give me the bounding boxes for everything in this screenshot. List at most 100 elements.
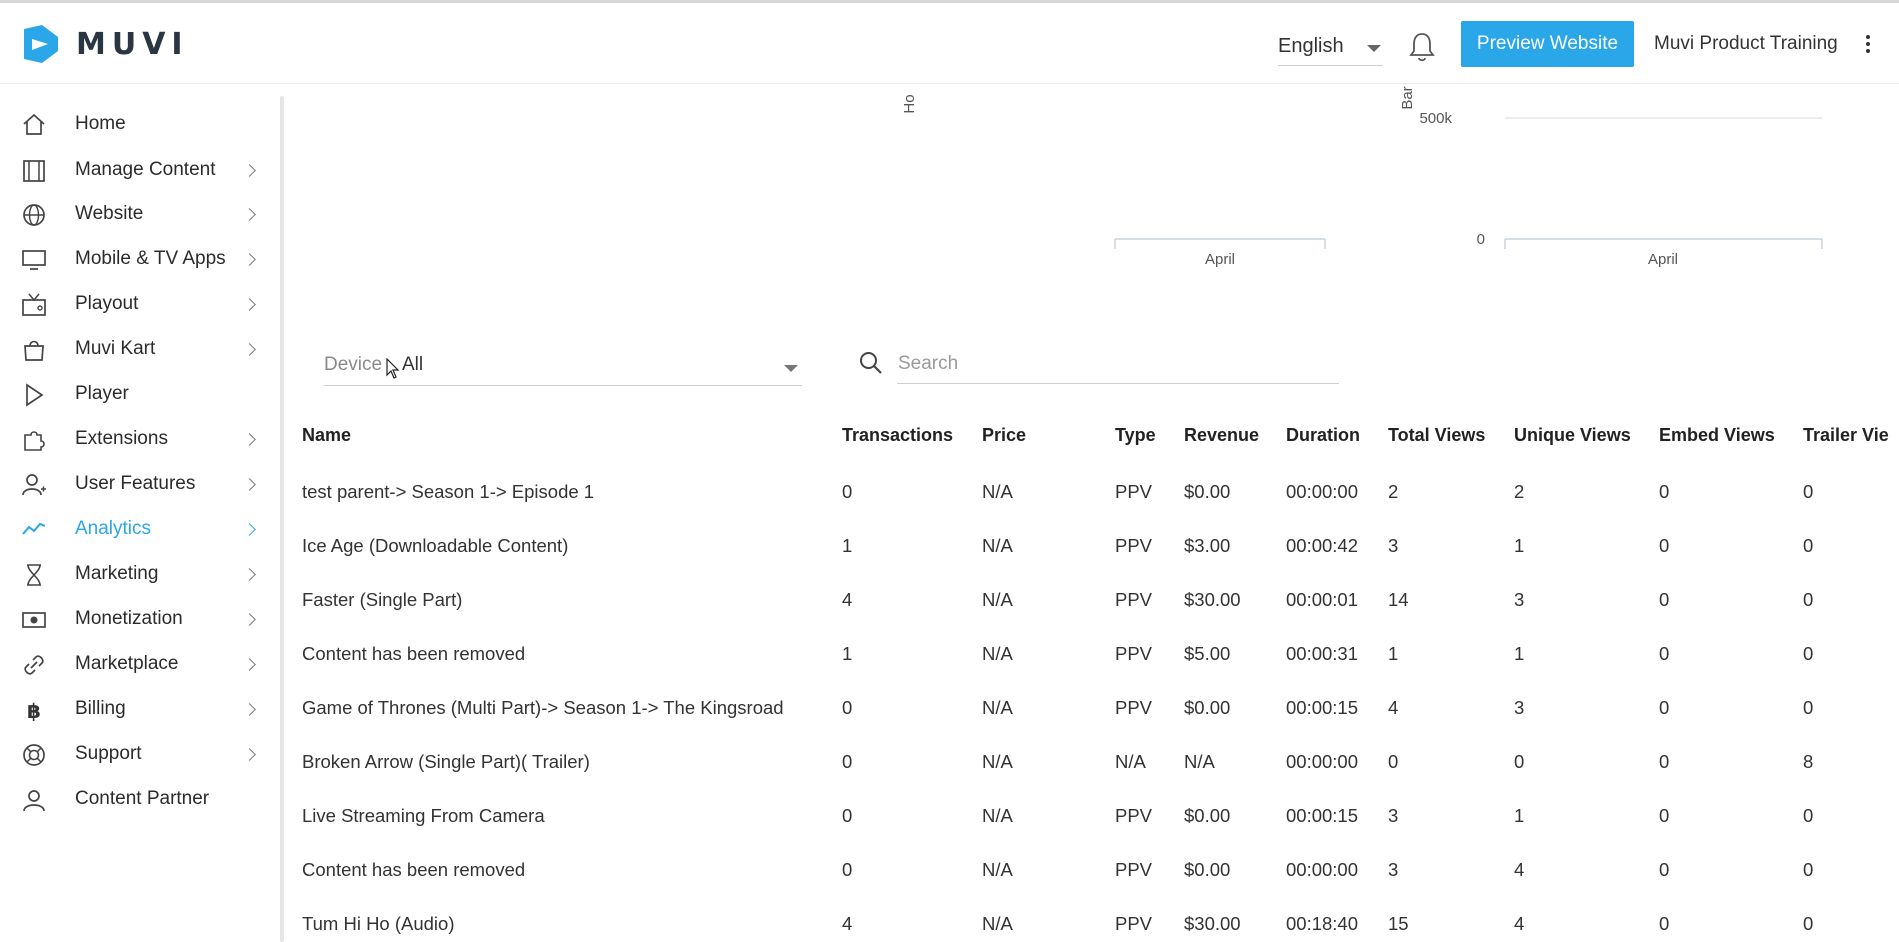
table-row[interactable]: Ice Age (Downloadable Content) 1 N/A PPV $3.… xyxy=(290,519,1899,573)
sidebar-item-label: Website xyxy=(75,203,144,224)
sidebar-item-label: Billing xyxy=(75,698,126,719)
bell-icon[interactable] xyxy=(1408,31,1436,65)
table-cell: 00:18:40 xyxy=(1286,913,1359,934)
table-cell: 00:00:00 xyxy=(1286,859,1359,880)
trend-line-icon xyxy=(21,517,47,543)
table-cell: $5.00 xyxy=(1184,643,1231,664)
right-chart-ylabel: Bar xyxy=(1399,86,1416,109)
search-input[interactable] xyxy=(897,344,1339,384)
table-row[interactable]: Tum Hi Ho (Audio) 4 N/A PPV $30.00 00:18:40 15… xyxy=(290,897,1899,942)
chevron-right-icon xyxy=(243,703,256,716)
table-cell: 1 xyxy=(1514,805,1525,826)
sidebar-item-label: Analytics xyxy=(75,518,152,539)
svg-text:฿: ฿ xyxy=(27,699,41,723)
table-cell: PPV xyxy=(1115,913,1153,934)
table-cell: PPV xyxy=(1115,589,1153,610)
puzzle-icon xyxy=(21,427,47,453)
chevron-right-icon xyxy=(243,433,256,446)
column-header[interactable]: Type xyxy=(1103,405,1172,465)
sidebar: Home Manage Content Website Mobile & TV App… xyxy=(0,84,282,942)
table-cell: 2 xyxy=(1388,481,1399,502)
table-row[interactable]: test parent-> Season 1-> Episode 1 0 N/A PP… xyxy=(290,465,1899,519)
hourglass-icon xyxy=(21,562,47,588)
table-cell: N/A xyxy=(982,751,1013,772)
table-cell: PPV xyxy=(1115,535,1153,556)
left-chart-ylabel: Ho xyxy=(901,94,918,113)
table-cell: PPV xyxy=(1115,697,1153,718)
table-cell: 0 xyxy=(842,481,853,502)
table-cell: 4 xyxy=(1514,859,1525,880)
table-cell: 0 xyxy=(842,805,853,826)
table-cell: 00:00:00 xyxy=(1286,751,1359,772)
sidebar-item-label: Marketing xyxy=(75,563,159,584)
logo-text: MUVI xyxy=(76,26,189,62)
column-header[interactable]: Price xyxy=(970,405,1103,465)
column-header[interactable]: Duration xyxy=(1274,405,1376,465)
device-filter-value: All xyxy=(402,354,424,375)
column-header[interactable]: Trailer Vie xyxy=(1791,405,1899,465)
table-cell: Content has been removed xyxy=(302,859,526,880)
chevron-right-icon xyxy=(243,164,256,177)
column-header[interactable]: Name xyxy=(290,405,830,465)
table-cell: 0 xyxy=(1388,751,1399,772)
monitor-icon xyxy=(21,247,47,273)
table-cell: 0 xyxy=(842,697,853,718)
language-select[interactable]: English xyxy=(1278,31,1383,66)
column-header[interactable]: Unique Views xyxy=(1502,405,1647,465)
table-body: test parent-> Season 1-> Episode 1 0 N/A PP… xyxy=(290,465,1899,942)
table-row[interactable]: Faster (Single Part) 4 N/A PPV $30.00 00:00:0… xyxy=(290,573,1899,627)
table-cell: 0 xyxy=(1803,481,1814,502)
table-row[interactable]: Content has been removed 1 N/A PPV $5.00 00:0… xyxy=(290,627,1899,681)
charts-area: Ho April Bar 500k 0 April xyxy=(290,84,1890,294)
user-icon xyxy=(21,787,47,813)
table-cell: N/A xyxy=(1115,751,1146,772)
table-cell: N/A xyxy=(982,589,1013,610)
more-vertical-icon[interactable] xyxy=(1864,33,1872,57)
preview-website-button[interactable]: Preview Website xyxy=(1461,21,1634,67)
table-cell: 0 xyxy=(1803,697,1814,718)
table-cell: N/A xyxy=(982,481,1013,502)
chevron-right-icon xyxy=(243,343,256,356)
table-cell: Broken Arrow (Single Part)( Trailer) xyxy=(302,751,590,772)
table-row[interactable]: Content has been removed 0 N/A PPV $0.00 00:0… xyxy=(290,843,1899,897)
table-cell: PPV xyxy=(1115,805,1153,826)
sidebar-item-label: Muvi Kart xyxy=(75,338,156,359)
sidebar-item-content-partner[interactable]: Content Partner xyxy=(0,773,270,827)
chevron-right-icon xyxy=(243,208,256,221)
muvi-logo[interactable]: MUVI xyxy=(20,23,189,65)
sidebar-scrollbar[interactable] xyxy=(280,96,284,942)
column-header[interactable]: Total Views xyxy=(1376,405,1502,465)
table-row[interactable]: Live Streaming From Camera 0 N/A PPV $0.00 00… xyxy=(290,789,1899,843)
table-cell: $30.00 xyxy=(1184,913,1241,934)
chevron-right-icon xyxy=(243,658,256,671)
table-row[interactable]: Game of Thrones (Multi Part)-> Season 1-… xyxy=(290,681,1899,735)
table-cell: 0 xyxy=(1803,805,1814,826)
table-cell: 0 xyxy=(842,751,853,772)
column-header[interactable]: Transactions xyxy=(830,405,970,465)
table-cell: $0.00 xyxy=(1184,697,1231,718)
table-cell: Tum Hi Ho (Audio) xyxy=(302,913,455,934)
table-cell: 00:00:15 xyxy=(1286,805,1359,826)
sidebar-item-label: Playout xyxy=(75,293,139,314)
language-value: English xyxy=(1278,35,1344,57)
table-cell: 0 xyxy=(1659,751,1670,772)
table-row[interactable]: Broken Arrow (Single Part)( Trailer) 0 N/A… xyxy=(290,735,1899,789)
right-chart-ytick-bottom: 0 xyxy=(1477,231,1485,248)
right-chart-x-tick-label: April xyxy=(1648,251,1678,268)
search-icon xyxy=(858,350,884,376)
chevron-right-icon xyxy=(243,613,256,626)
table-cell: $0.00 xyxy=(1184,859,1231,880)
table-cell: 0 xyxy=(1803,913,1814,934)
table-cell: 0 xyxy=(1803,643,1814,664)
table-cell: 0 xyxy=(1659,535,1670,556)
table-cell: 0 xyxy=(1659,697,1670,718)
column-header[interactable]: Embed Views xyxy=(1647,405,1791,465)
table-cell: 00:00:00 xyxy=(1286,481,1359,502)
account-name[interactable]: Muvi Product Training xyxy=(1654,33,1838,55)
column-header[interactable]: Revenue xyxy=(1172,405,1274,465)
chevron-right-icon xyxy=(243,298,256,311)
table-cell: 3 xyxy=(1514,697,1525,718)
film-icon xyxy=(21,158,47,184)
table-cell: N/A xyxy=(982,913,1013,934)
user-plus-icon xyxy=(21,472,47,498)
